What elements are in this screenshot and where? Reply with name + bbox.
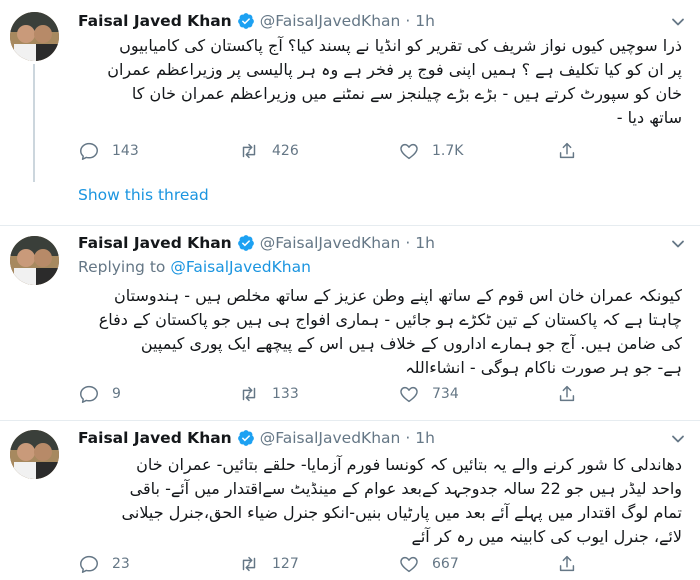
- retweet-icon: [242, 386, 256, 402]
- verified-badge-icon: [237, 13, 254, 29]
- share-icon: [559, 555, 575, 572]
- verified-badge-icon: [237, 430, 254, 446]
- tweet-line: واحد لیڈر ہیں جو 22 سالہ جدوجہد کےبعد عو…: [129, 479, 682, 498]
- retweet-icon: [242, 143, 256, 159]
- avatar[interactable]: [10, 236, 59, 285]
- like-button[interactable]: 1.7K: [398, 139, 463, 163]
- chevron-down-icon[interactable]: [670, 431, 686, 447]
- tweet-line: ہے- جو ہر صورت ناکام ہوگی - انشاءاللہ: [405, 358, 682, 377]
- tweet-line: دھاندلی کا شور کرنے والے یہ بتائیں کہ کو…: [136, 455, 682, 474]
- retweet-count: 426: [272, 143, 299, 159]
- reply-icon: [80, 385, 98, 403]
- show-thread-link[interactable]: Show this thread: [78, 186, 209, 204]
- tweet-header: Faisal Javed Khan @FaisalJavedKhan · 1h: [78, 427, 435, 449]
- user-handle[interactable]: @FaisalJavedKhan: [260, 234, 401, 252]
- tweet-line: لائے، جنرل ایوب کی کابینہ میں رہ کر آئے: [411, 527, 682, 546]
- display-name[interactable]: Faisal Javed Khan: [78, 429, 232, 447]
- reply-count: 9: [112, 386, 121, 402]
- avatar[interactable]: [10, 12, 59, 61]
- avatar-photo: [10, 430, 59, 479]
- tweet-text: دھاندلی کا شور کرنے والے یہ بتائیں کہ کو…: [78, 453, 682, 549]
- tweet-line: خان کو سپورٹ کرتے ہیں - بڑے بڑے چیلنجز س…: [131, 84, 682, 103]
- share-button[interactable]: [556, 552, 578, 576]
- tweet-header: Faisal Javed Khan @FaisalJavedKhan · 1h: [78, 232, 435, 254]
- tweet-1[interactable]: Faisal Javed Khan @FaisalJavedKhan · 1h …: [0, 0, 700, 225]
- replying-to-handle[interactable]: @FaisalJavedKhan: [170, 258, 311, 276]
- tweet-line: تمام لوگ اقتدار میں پہلے آئے بعد میں پار…: [121, 503, 682, 522]
- tweet-text: کیونکہ عمران خان اس قوم کے ساتھ اپنے وطن…: [78, 284, 682, 380]
- tweet-3[interactable]: Faisal Javed Khan @FaisalJavedKhan · 1h …: [0, 421, 700, 580]
- reply-button[interactable]: 23: [78, 552, 130, 576]
- tweet-line: ذرا سوچیں کیوں نواز شریف کی تقریر کو انڈ…: [119, 36, 682, 55]
- timestamp[interactable]: 1h: [415, 12, 435, 30]
- retweet-count: 127: [272, 556, 299, 572]
- like-button[interactable]: 734: [398, 382, 459, 406]
- tweet-line: چاہتا ہے کہ پاکستان کے تین ٹکڑے ہو جائیں…: [98, 310, 682, 329]
- tweet-line: ساتھ دیا -: [616, 108, 682, 127]
- avatar[interactable]: [10, 430, 59, 479]
- reply-count: 23: [112, 556, 130, 572]
- user-handle[interactable]: @FaisalJavedKhan: [260, 429, 401, 447]
- tweet-header: Faisal Javed Khan @FaisalJavedKhan · 1h: [78, 10, 435, 32]
- tweet-line: کیونکہ عمران خان اس قوم کے ساتھ اپنے وطن…: [113, 286, 682, 305]
- retweet-button[interactable]: 133: [238, 382, 299, 406]
- tweet-text: ذرا سوچیں کیوں نواز شریف کی تقریر کو انڈ…: [78, 34, 682, 130]
- retweet-button[interactable]: 426: [238, 139, 299, 163]
- reply-icon: [80, 555, 98, 573]
- like-button[interactable]: 667: [398, 552, 459, 576]
- like-count: 734: [432, 386, 459, 402]
- like-count: 1.7K: [432, 143, 464, 159]
- replying-to-label: Replying to: [78, 258, 166, 276]
- timestamp[interactable]: 1h: [415, 234, 435, 252]
- reply-button[interactable]: 9: [78, 382, 121, 406]
- user-handle[interactable]: @FaisalJavedKhan: [260, 12, 401, 30]
- share-icon: [559, 142, 575, 159]
- reply-button[interactable]: 143: [78, 139, 139, 163]
- separator-dot: ·: [405, 12, 411, 30]
- share-button[interactable]: [556, 382, 578, 406]
- share-icon: [559, 385, 575, 402]
- tweet-line: کی ضامن ہیں. آج جو ہمارے اداروں کے خلاف …: [140, 334, 682, 353]
- like-count: 667: [432, 556, 459, 572]
- timestamp[interactable]: 1h: [415, 429, 435, 447]
- like-icon: [400, 143, 418, 160]
- replying-to: Replying to @FaisalJavedKhan: [78, 258, 311, 276]
- display-name[interactable]: Faisal Javed Khan: [78, 12, 232, 30]
- chevron-down-icon[interactable]: [670, 14, 686, 30]
- retweet-count: 133: [272, 386, 299, 402]
- thread-line: [33, 64, 35, 182]
- separator-dot: ·: [405, 429, 411, 447]
- tweet-2[interactable]: Faisal Javed Khan @FaisalJavedKhan · 1h …: [0, 226, 700, 420]
- avatar-photo: [10, 236, 59, 285]
- display-name[interactable]: Faisal Javed Khan: [78, 234, 232, 252]
- avatar-photo: [10, 12, 59, 61]
- like-icon: [400, 386, 418, 403]
- separator-dot: ·: [405, 234, 411, 252]
- retweet-icon: [242, 556, 256, 572]
- tweet-line: پر ان کو کیا تکلیف ہے ؟ ہمیں اپنی فوج پر…: [107, 60, 682, 79]
- verified-badge-icon: [237, 235, 254, 251]
- share-button[interactable]: [556, 139, 578, 163]
- chevron-down-icon[interactable]: [670, 236, 686, 252]
- reply-icon: [80, 142, 98, 160]
- retweet-button[interactable]: 127: [238, 552, 299, 576]
- reply-count: 143: [112, 143, 139, 159]
- like-icon: [400, 556, 418, 573]
